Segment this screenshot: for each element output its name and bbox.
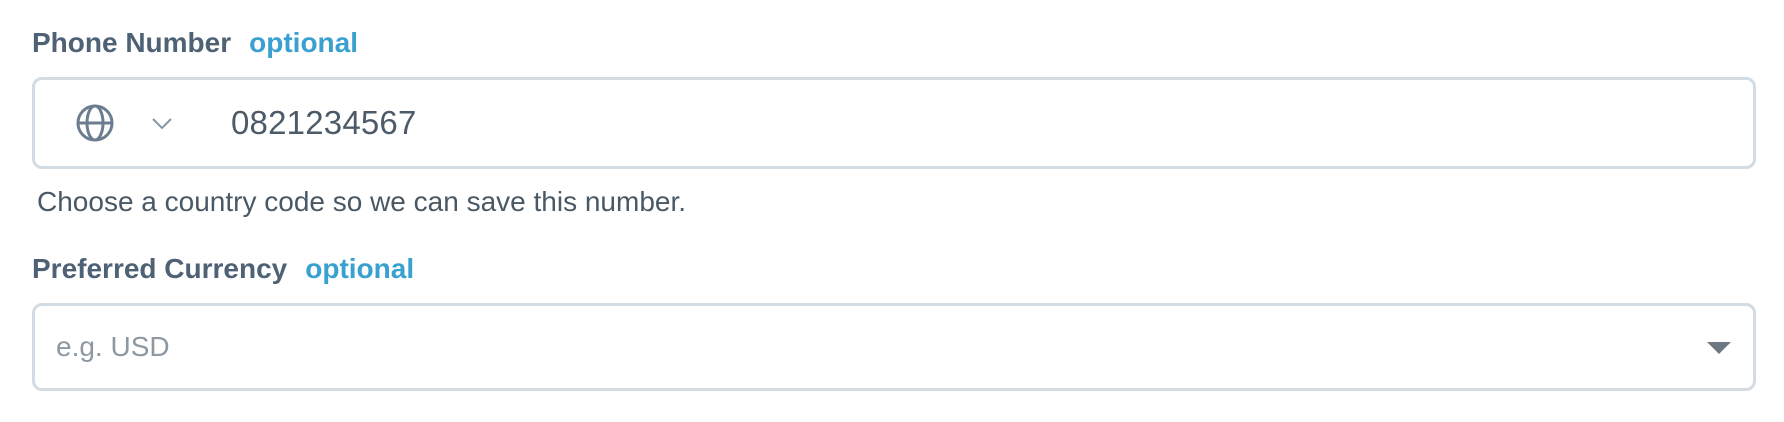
country-code-picker[interactable]	[73, 80, 175, 166]
phone-number-input-box[interactable]: 0821234567	[32, 77, 1756, 169]
phone-number-optional-tag: optional	[249, 27, 359, 58]
phone-number-label: Phone Number	[32, 27, 232, 58]
preferred-currency-select[interactable]: e.g. USD	[32, 303, 1756, 391]
preferred-currency-label-row: Preferred Currency optional	[32, 252, 1756, 286]
phone-number-label-row: Phone Number optional	[32, 26, 1756, 60]
preferred-currency-placeholder: e.g. USD	[56, 331, 170, 362]
phone-number-input[interactable]: 0821234567	[231, 80, 417, 166]
preferred-currency-field: Preferred Currency optional e.g. USD	[32, 252, 1756, 391]
phone-number-field: Phone Number optional 0821234567 Choose …	[32, 26, 1756, 219]
phone-number-help-text: Choose a country code so we can save thi…	[37, 186, 687, 217]
globe-icon	[76, 104, 114, 142]
preferred-currency-label: Preferred Currency	[32, 253, 288, 284]
chevron-down-icon	[152, 118, 172, 130]
caret-down-icon	[1707, 342, 1731, 354]
preferred-currency-optional-tag: optional	[305, 253, 415, 284]
